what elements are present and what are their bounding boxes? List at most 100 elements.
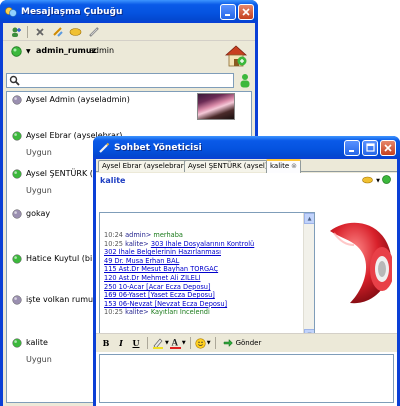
contact-name: Aysel Admin (ayseladmin) [26,95,130,104]
toolbar-separator [27,25,28,38]
search-input[interactable] [21,75,211,86]
chat-close-button[interactable] [380,139,396,156]
message-link[interactable]: 49 Dr. Musa Erhan BAL [104,257,179,265]
main-window-title: Mesajlaşma Çubuğu [21,6,123,17]
chat-manager-window: Sohbet Yöneticisi Aysel Ebrar (ayselebra… [93,136,400,406]
status-online-icon [382,175,391,186]
message-history[interactable]: 10:24 admin> merhaba 10:25 kalite> 303 İh… [99,212,315,341]
tab-label: Aysel ŞENTÜRK (aysel) [188,162,268,170]
message-line[interactable]: 120 Ast.Dr Mehmet Ali ZİLELİ [104,274,301,283]
search-field[interactable] [6,73,234,88]
chevron-down-icon: ▼ [181,340,186,346]
message-list: 10:24 admin> merhaba 10:25 kalite> 303 İh… [104,231,301,317]
message-time: 10:24 [104,231,124,239]
message-line[interactable]: 10:25 kalite> 303 İhale Dosyalarının Kon… [104,240,301,249]
message-line[interactable]: 49 Dr. Musa Erhan BAL [104,257,301,266]
chevron-down-icon[interactable]: ▼ [376,178,380,184]
message-line[interactable]: 302 İhale Belgelerinin Hazırlanması [104,248,301,257]
contact-status-icon [12,338,22,350]
message-line[interactable]: 250 10-Acar [Acar Ecza Deposu] [104,283,301,292]
contact-status-icon [12,295,22,307]
contacts-icon[interactable] [238,73,252,90]
message-link[interactable]: 115 Ast.Dr Mesut Bayhan TORGAÇ [104,265,218,273]
chat-tabs: Aysel Ebrar (ayselebrar) Aysel ŞENTÜRK (… [96,159,397,173]
status-online-icon[interactable] [11,46,22,59]
contact-item[interactable]: Aysel Admin (ayseladmin) [7,93,251,129]
contact-name: kalite [26,338,48,347]
search-row [6,73,252,89]
link-icon[interactable] [85,24,102,40]
contact-status-icon [12,169,22,181]
message-line[interactable]: 153 06-Nevzat [Nevzat Ecza Deposu] [104,300,301,309]
tab-label: Aysel Ebrar (ayselebrar) [102,162,187,170]
toolbar-separator [147,337,148,349]
font-color-button[interactable]: A ▼ [169,336,186,350]
telephone-image [320,211,394,311]
contact-status-icon [12,209,22,221]
toolbar-separator [214,337,216,349]
message-line[interactable]: 169 06-Yaset [Yaset Ecza Deposu] [104,291,301,300]
main-titlebar[interactable]: Mesajlaşma Çubuğu [0,0,258,23]
highlight-color-button[interactable]: ▼ [152,336,169,350]
add-contact-icon[interactable] [7,24,24,40]
message-line[interactable]: 115 Ast.Dr Mesut Bayhan TORGAÇ [104,265,301,274]
note-icon[interactable] [67,24,84,40]
status-dropdown-arrow-icon[interactable]: ▼ [26,48,31,55]
chevron-down-icon: ▼ [206,340,211,346]
refresh-icon[interactable] [49,24,66,40]
close-button[interactable] [238,3,254,20]
message-line: 10:24 admin> merhaba [104,231,301,240]
search-icon [9,75,20,88]
chat-panel: kalite ▼ 10:24 admin> merhaba 10:25 kalit… [96,173,397,406]
current-user-bar: ▼ admin_rumuz admin [3,42,255,76]
chat-titlebar[interactable]: Sohbet Yöneticisi [93,136,400,159]
home-icon[interactable] [223,43,249,69]
message-time: 10:25 [104,239,124,248]
message-link[interactable]: 169 06-Yaset [Yaset Ecza Deposu] [104,291,215,299]
send-button-label: Gönder [235,339,262,347]
message-link[interactable]: 153 06-Nevzat [Nevzat Ecza Deposu] [104,300,227,308]
emoticon-button[interactable]: ▼ [195,336,211,350]
chat-maximize-button[interactable] [362,139,378,156]
message-link[interactable]: 120 Ast.Dr Mehmet Ali ZİLELİ [104,274,200,282]
tab-kalite[interactable]: kalite ⊗ [266,159,302,173]
message-scrollbar[interactable]: ▲ ▼ [303,213,314,340]
tab-ayselebrar[interactable]: Aysel Ebrar (ayselebrar) [98,160,191,172]
note-icon[interactable] [362,176,373,186]
message-input[interactable] [102,357,391,400]
delete-icon[interactable] [31,24,48,40]
chat-pen-icon [98,142,110,154]
message-sender: kalite> [125,308,149,317]
svg-text:A: A [171,338,178,348]
tab-close-icon[interactable]: ⊗ [291,162,297,170]
bold-button[interactable]: B [99,336,113,350]
message-link[interactable]: 303 İhale Dosyalarının Kontrolü [151,240,254,248]
message-input-area[interactable] [99,354,394,403]
current-username: admin_rumuz [36,46,97,55]
message-time: 10:25 [104,308,124,317]
scroll-up-icon[interactable]: ▲ [304,213,314,224]
current-user-role: admin [89,46,115,55]
contact-name: gokay [26,209,51,218]
minimize-button[interactable] [220,3,236,20]
contact-status-icon [12,131,22,143]
send-button[interactable]: Gönder [220,338,265,348]
tab-aysel[interactable]: Aysel ŞENTÜRK (aysel) [184,160,272,172]
underline-button[interactable]: U [129,336,143,350]
contact-status-icon [12,254,22,266]
chat-contact-name: kalite [100,176,126,185]
message-link[interactable]: 302 İhale Belgelerinin Hazırlanması [104,248,221,256]
contact-status-text: Uygun [26,355,52,364]
italic-button[interactable]: I [114,336,128,350]
message-line: 10:25 kalite> Kayıtları İncelendi [104,308,301,317]
toolbar-separator [189,337,191,349]
contact-status-icon [12,95,22,107]
chat-header-icons: ▼ [362,175,391,186]
message-link[interactable]: 250 10-Acar [Acar Ecza Deposu] [104,283,211,291]
message-text: merhaba [153,231,183,239]
contact-status-text: Uygun [26,148,52,157]
contact-status-text: Uygun [26,186,52,195]
chat-minimize-button[interactable] [344,139,360,156]
chevron-down-icon: ▼ [165,340,169,346]
messenger-icon [5,6,17,18]
